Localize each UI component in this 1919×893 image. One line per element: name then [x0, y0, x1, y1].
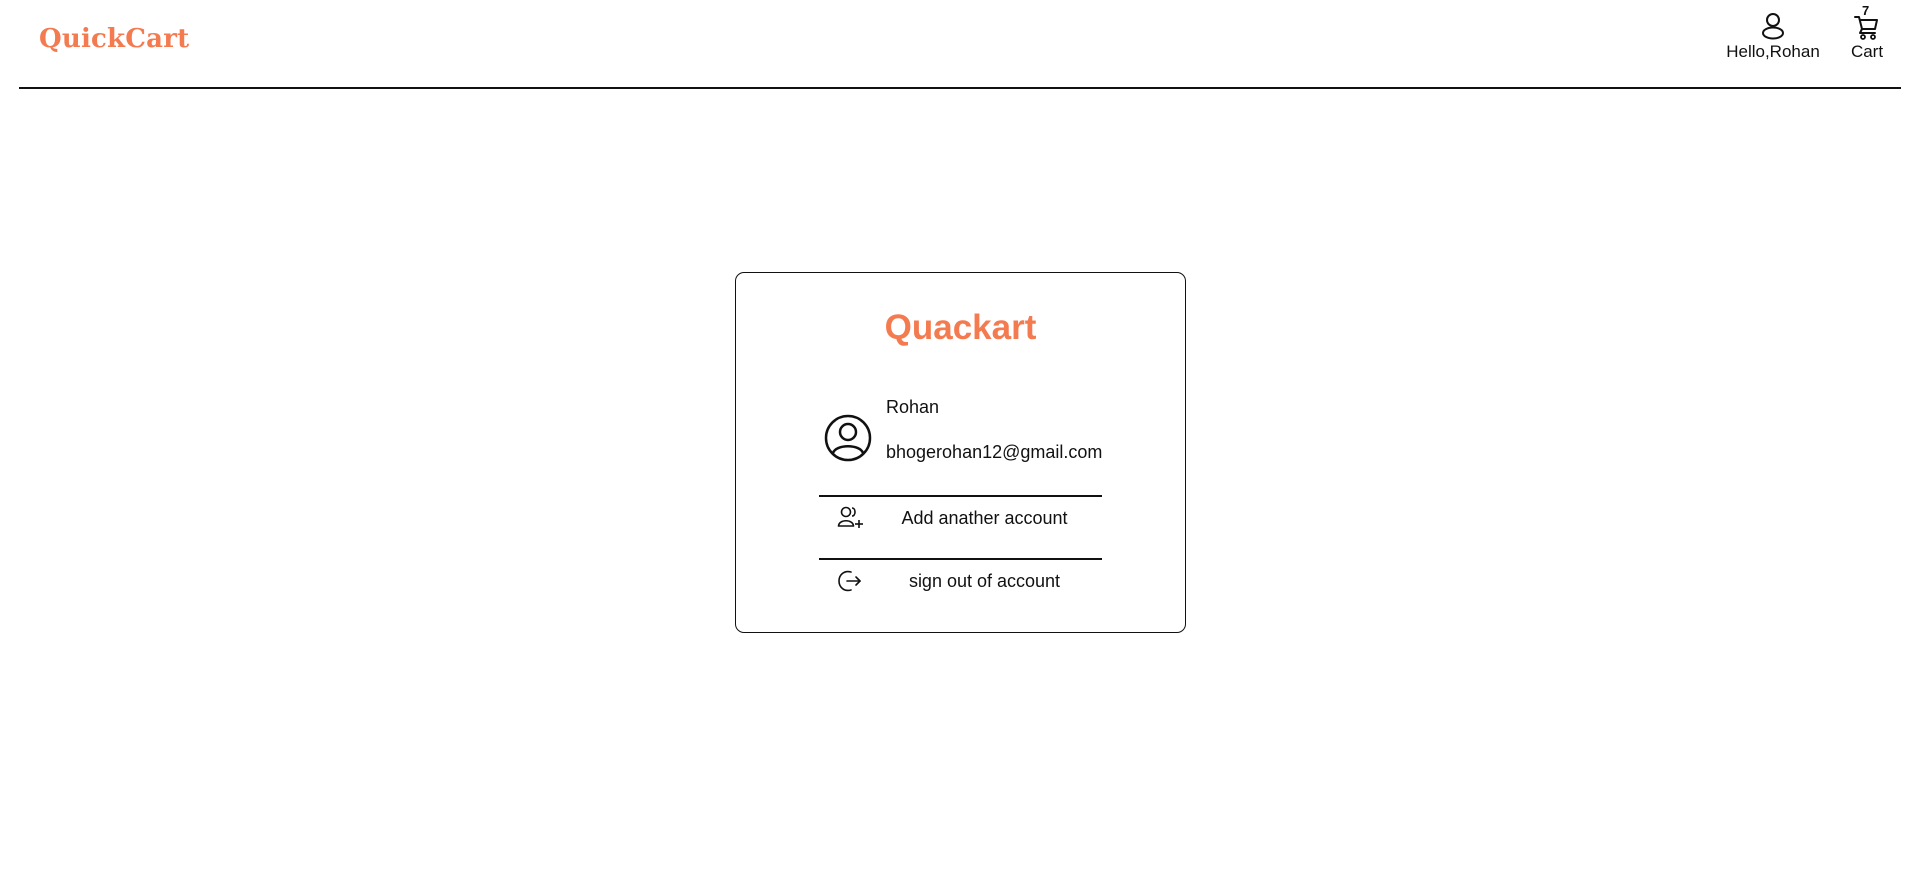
card-title: Quackart — [884, 308, 1037, 347]
user-circle-icon — [824, 414, 872, 462]
top-navbar: QuickCart Hello,Rohan 7 Cart — [19, 0, 1901, 89]
cart-icon — [1854, 16, 1878, 40]
account-menu-button[interactable]: Hello,Rohan — [1718, 12, 1828, 62]
sign-out-label: sign out of account — [908, 571, 1061, 591]
account-card: Quackart Rohan bhogerohan12@gmail.com Ad… — [735, 272, 1186, 633]
profile-email: bhogerohan12@gmail.com — [886, 442, 1103, 462]
user-plus-icon — [837, 506, 863, 528]
profile-name: Rohan — [886, 397, 940, 417]
user-icon — [1762, 13, 1784, 40]
sign-out-button[interactable]: sign out of account — [819, 560, 1102, 600]
cart-label: Cart — [1850, 42, 1884, 61]
add-account-button[interactable]: Add anather account — [819, 497, 1102, 537]
sign-out-icon — [838, 570, 861, 592]
user-greeting: Hello,Rohan — [1726, 42, 1820, 61]
brand-logo[interactable]: QuickCart — [39, 24, 189, 54]
add-account-label: Add anather account — [901, 508, 1068, 528]
cart-button[interactable]: 7 Cart — [1842, 4, 1892, 62]
